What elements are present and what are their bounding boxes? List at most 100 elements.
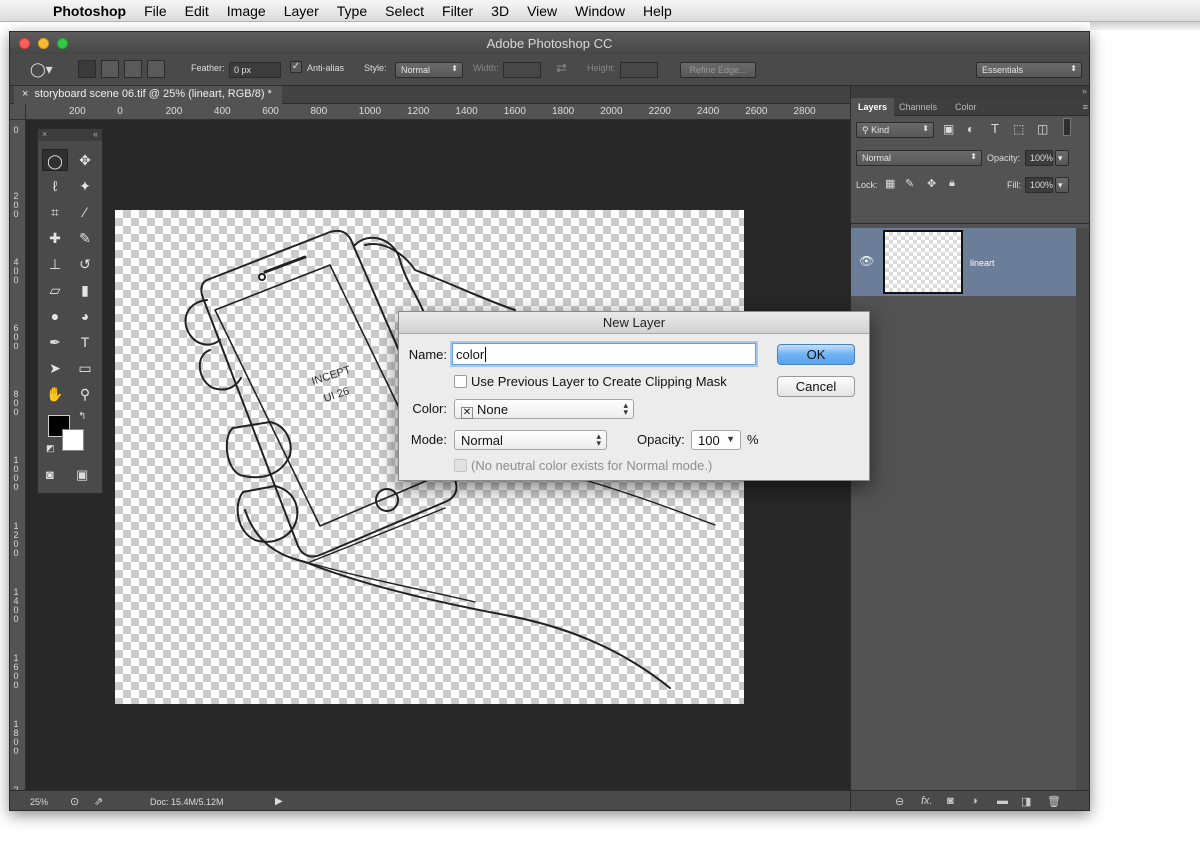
status-menu-arrow-icon[interactable]: ▶ <box>275 796 283 807</box>
magic-wand-tool-icon[interactable]: ✦ <box>72 175 98 197</box>
width-input[interactable] <box>503 62 541 78</box>
link-layers-icon[interactable]: ⊖ <box>895 795 904 808</box>
add-to-selection-icon[interactable] <box>101 60 119 78</box>
elliptical-marquee-preset-icon[interactable]: ◯▾ <box>30 61 53 78</box>
lock-image-icon[interactable]: ✎ <box>905 177 914 190</box>
ruler-origin[interactable] <box>10 104 26 120</box>
lock-position-icon[interactable]: ✥ <box>927 177 936 190</box>
close-toolbox-icon[interactable]: × <box>42 129 47 139</box>
clipping-mask-label[interactable]: Use Previous Layer to Create Clipping Ma… <box>471 374 727 389</box>
panel-dock-header[interactable]: » <box>851 86 1089 98</box>
filter-type-icon[interactable]: T <box>991 121 999 136</box>
tab-color[interactable]: Color <box>955 102 977 112</box>
status-options-icon[interactable]: ⊙ <box>70 795 79 808</box>
subtract-from-selection-icon[interactable] <box>124 60 142 78</box>
new-group-icon[interactable]: ▬ <box>997 795 1008 807</box>
lock-all-icon[interactable]: 🔒︎ <box>949 177 955 190</box>
menu-layer[interactable]: Layer <box>275 3 328 19</box>
eyedropper-tool-icon[interactable]: ⁄ <box>72 201 98 223</box>
elliptical-marquee-tool-icon[interactable]: ◯ <box>42 149 68 171</box>
swap-dimensions-icon[interactable]: ⇄ <box>556 60 567 76</box>
hand-tool-icon[interactable]: ✋ <box>42 383 68 405</box>
zoom-window-button[interactable] <box>57 38 68 49</box>
menu-image[interactable]: Image <box>218 3 275 19</box>
menu-photoshop[interactable]: Photoshop <box>44 3 135 19</box>
menu-file[interactable]: File <box>135 3 176 19</box>
filter-adjustment-icon[interactable]: ◐ <box>967 122 974 136</box>
lock-transparent-icon[interactable]: ▦ <box>885 177 895 190</box>
fill-input[interactable]: 100% <box>1025 177 1053 193</box>
new-selection-icon[interactable] <box>78 60 96 78</box>
new-layer-icon[interactable]: ◨ <box>1021 795 1031 808</box>
antialias-checkbox[interactable]: ✓ <box>290 61 302 73</box>
add-mask-icon[interactable]: ◙ <box>947 795 954 807</box>
layer-name-input[interactable]: color <box>452 343 756 365</box>
background-color-swatch[interactable] <box>62 429 84 451</box>
default-colors-icon[interactable]: ◩ <box>46 443 55 454</box>
path-selection-tool-icon[interactable]: ➤ <box>42 357 68 379</box>
gradient-tool-icon[interactable]: ▮ <box>72 279 98 301</box>
minimize-window-button[interactable] <box>38 38 49 49</box>
eye-visibility-icon[interactable]: 👁︎ <box>859 254 874 268</box>
tab-layers[interactable]: Layers <box>851 98 895 116</box>
menu-filter[interactable]: Filter <box>433 3 482 19</box>
intersect-selection-icon[interactable] <box>147 60 165 78</box>
delete-layer-icon[interactable]: 🗑︎ <box>1047 795 1061 808</box>
fill-dropdown-icon[interactable]: ▾ <box>1055 177 1069 193</box>
brush-tool-icon[interactable]: ✎ <box>72 227 98 249</box>
document-tab[interactable]: × storyboard scene 06.tif @ 25% (lineart,… <box>14 86 282 104</box>
mode-select[interactable]: Normal ▴ ▾ <box>454 430 607 450</box>
menu-help[interactable]: Help <box>634 3 681 19</box>
color-select[interactable]: ✕ None ▴ ▾ <box>454 399 634 419</box>
toolbox-header[interactable]: × « <box>38 129 102 141</box>
close-tab-icon[interactable]: × <box>22 88 28 100</box>
share-icon[interactable]: ⇗ <box>94 795 103 808</box>
collapse-toolbox-icon[interactable]: « <box>93 129 98 139</box>
cancel-button[interactable]: Cancel <box>777 376 855 397</box>
blend-mode-select[interactable]: Normal ⬍ <box>856 150 982 166</box>
opacity-input[interactable]: 100% <box>1025 150 1053 166</box>
dodge-tool-icon[interactable]: ◕ <box>72 305 98 327</box>
rectangle-tool-icon[interactable]: ▭ <box>72 357 98 379</box>
horizontal-ruler[interactable]: 200 0 200 400 600 800 1000 1200 1400 1600 1800 2000… <box>26 104 850 120</box>
layer-row-lineart[interactable]: 👁︎ lineart <box>851 228 1076 296</box>
move-tool-icon[interactable]: ✥ <box>72 149 98 171</box>
vertical-ruler[interactable]: 0200400600800100012001400160018002000 <box>10 120 26 800</box>
history-brush-tool-icon[interactable]: ↺ <box>72 253 98 275</box>
clipping-mask-checkbox[interactable] <box>454 375 467 388</box>
menu-view[interactable]: View <box>518 3 566 19</box>
close-window-button[interactable] <box>19 38 30 49</box>
filter-toggle-switch[interactable] <box>1063 118 1071 136</box>
layer-filter-select[interactable]: ⚲ Kind ⬍ <box>856 122 934 138</box>
menu-3d[interactable]: 3D <box>482 3 518 19</box>
quick-mask-icon[interactable]: ◙ <box>46 467 54 482</box>
menu-select[interactable]: Select <box>376 3 433 19</box>
layer-thumbnail[interactable] <box>883 230 963 294</box>
opacity-dropdown-icon[interactable]: ▾ <box>1055 150 1069 166</box>
ok-button[interactable]: OK <box>777 344 855 365</box>
crop-tool-icon[interactable]: ⌗ <box>42 201 68 223</box>
blur-tool-icon[interactable]: ● <box>42 305 68 327</box>
feather-input[interactable]: 0 px <box>229 62 281 78</box>
screen-mode-icon[interactable]: ▣ <box>76 467 88 483</box>
lasso-tool-icon[interactable]: ℓ <box>42 175 68 197</box>
healing-brush-tool-icon[interactable]: ✚ <box>42 227 68 249</box>
opacity-combo[interactable]: 100 ▼ <box>691 430 741 450</box>
menu-window[interactable]: Window <box>566 3 634 19</box>
filter-pixel-icon[interactable]: ▣ <box>943 122 954 136</box>
tab-channels[interactable]: Channels <box>899 102 937 112</box>
height-input[interactable] <box>620 62 658 78</box>
fx-icon[interactable]: fx. <box>921 795 933 807</box>
zoom-tool-icon[interactable]: ⚲ <box>72 383 98 405</box>
swap-colors-icon[interactable]: ↰ <box>78 411 86 422</box>
workspace-select[interactable]: Essentials ⬍ <box>976 62 1082 78</box>
clone-stamp-tool-icon[interactable]: ⊥ <box>42 253 68 275</box>
menu-type[interactable]: Type <box>328 3 376 19</box>
pen-tool-icon[interactable]: ✒ <box>42 331 68 353</box>
type-tool-icon[interactable]: T <box>72 331 98 353</box>
layer-name[interactable]: lineart <box>970 258 995 268</box>
adjustment-layer-icon[interactable]: ◑ <box>971 795 978 807</box>
filter-smart-object-icon[interactable]: ◫ <box>1037 122 1048 136</box>
panel-menu-icon[interactable]: ≡ <box>1083 102 1088 112</box>
filter-shape-icon[interactable]: ⬚ <box>1013 122 1024 136</box>
